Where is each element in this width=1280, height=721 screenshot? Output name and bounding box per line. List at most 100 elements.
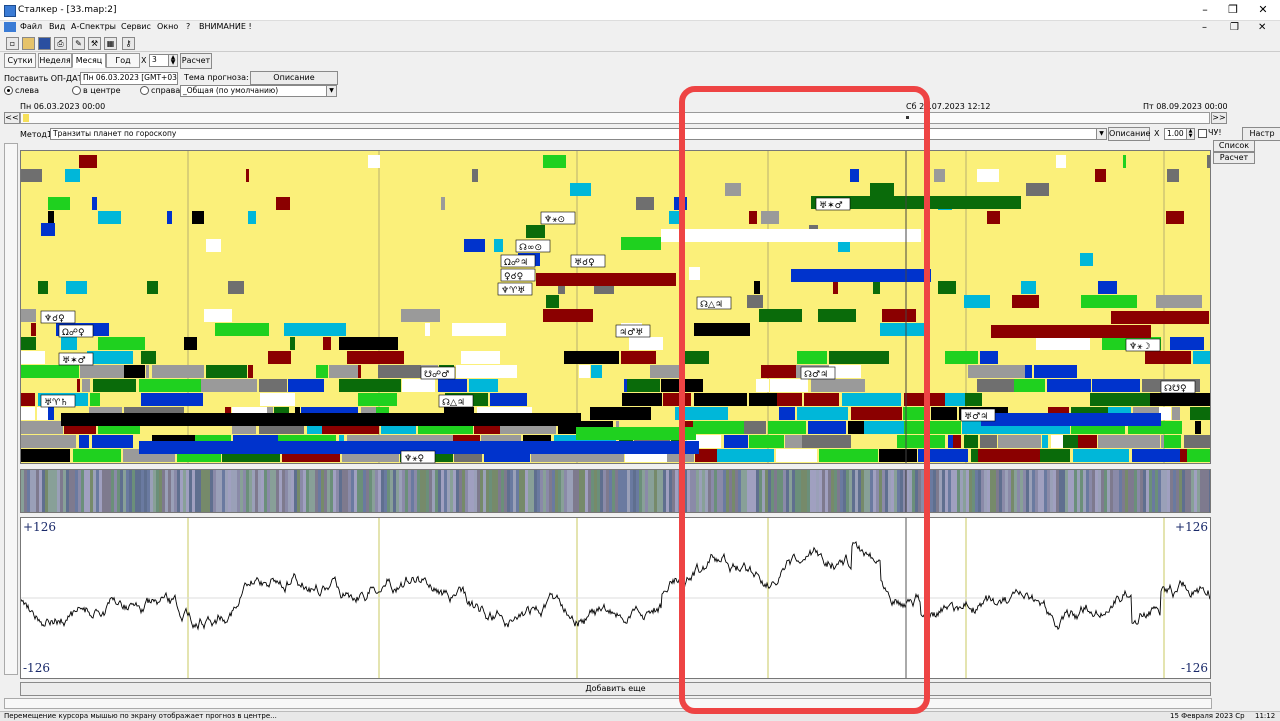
strip-segment <box>558 470 561 512</box>
list-button[interactable]: Список <box>1213 140 1255 152</box>
set-on-date-field[interactable]: Пн 06.03.2023 [GMT+03:00] <box>80 72 178 85</box>
save-icon[interactable] <box>38 37 51 50</box>
tools-icon[interactable]: ⚒ <box>88 37 101 50</box>
radio-center[interactable] <box>72 86 81 95</box>
spectrum-strip <box>20 469 1211 513</box>
strip-segment <box>576 470 579 512</box>
timeline-scrollbar[interactable] <box>20 112 1210 124</box>
calc-button-side[interactable]: Расчет <box>1213 152 1255 164</box>
multiplier-spinner[interactable]: ▲ ▼ <box>168 54 178 67</box>
menu-attention[interactable]: ВНИМАНИЕ ! <box>199 22 252 31</box>
transit-bar <box>1190 407 1210 420</box>
strip-segment <box>369 470 372 512</box>
method-description-button[interactable]: Описание <box>1108 127 1150 141</box>
strip-segment <box>429 470 432 512</box>
menu-file[interactable]: Файл <box>20 22 42 31</box>
transit-bar <box>526 225 545 238</box>
mdi-minimize-button[interactable]: – <box>1202 22 1207 33</box>
strip-segment <box>534 470 537 512</box>
print-icon[interactable]: ⎙ <box>54 37 67 50</box>
minimize-button[interactable]: – <box>1196 3 1214 17</box>
strip-segment <box>1125 470 1128 512</box>
key-icon[interactable]: ⚷ <box>122 37 135 50</box>
maximize-button[interactable]: ❐ <box>1224 3 1242 17</box>
strip-segment <box>372 470 375 512</box>
transit-bar <box>93 379 136 392</box>
transit-long-bar <box>991 325 1151 338</box>
strip-segment <box>1209 470 1210 512</box>
transit-label: Ω☍♃ <box>504 258 528 268</box>
forecast-theme-select[interactable]: _Общая (по умолчанию) <box>180 85 330 97</box>
strip-segment <box>660 470 663 512</box>
method-scale-field[interactable]: 1.00 <box>1164 128 1188 140</box>
strip-segment <box>93 470 96 512</box>
forecast-description-button[interactable]: Описание <box>250 71 338 85</box>
strip-segment <box>231 470 234 512</box>
forecast-theme-chevron-down-icon[interactable]: ▼ <box>326 85 337 97</box>
strip-segment <box>174 470 177 512</box>
transit-bar <box>1132 449 1180 462</box>
method-close-icon[interactable]: X <box>1154 129 1159 138</box>
strip-segment <box>255 470 258 512</box>
menu-a-spectra[interactable]: А-Спектры <box>71 22 116 31</box>
transit-bar <box>1170 337 1204 350</box>
open-folder-icon[interactable] <box>22 37 35 50</box>
add-more-button[interactable]: Добавить еще <box>20 682 1211 696</box>
strip-segment <box>294 470 297 512</box>
grid-icon[interactable]: ▦ <box>104 37 117 50</box>
settings-button[interactable]: Настр <box>1242 127 1280 141</box>
mdi-close-button[interactable]: ✕ <box>1258 22 1266 33</box>
tab-week[interactable]: Неделя <box>38 53 72 68</box>
transit-bar <box>1047 379 1091 392</box>
method-chevron-down-icon[interactable]: ▼ <box>1096 128 1107 140</box>
calc-button-top[interactable]: Расчет <box>180 53 212 69</box>
method-select[interactable]: Транзиты планет по гороскопу <box>50 128 1100 140</box>
new-file-icon[interactable]: ▫ <box>6 37 19 50</box>
strip-segment <box>552 470 555 512</box>
strip-segment <box>117 470 120 512</box>
method-scale-spinner[interactable]: ▲ ▼ <box>1186 128 1195 140</box>
timeline-nav-left[interactable]: << <box>4 112 20 124</box>
transit-bar <box>945 393 965 406</box>
transit-bar <box>469 379 498 392</box>
timeline-thumb[interactable] <box>23 114 29 122</box>
transit-bar <box>48 197 70 210</box>
strip-segment <box>102 470 105 512</box>
strip-segment <box>594 470 597 512</box>
mdi-restore-button[interactable]: ❐ <box>1230 22 1239 33</box>
strip-segment <box>90 470 93 512</box>
document-icon[interactable] <box>4 22 16 32</box>
strip-segment <box>642 470 645 512</box>
horizontal-scrollbar[interactable] <box>4 698 1212 709</box>
strip-segment <box>477 470 480 512</box>
timeline-nav-right[interactable]: >> <box>1211 112 1227 124</box>
strip-segment <box>546 470 549 512</box>
close-button[interactable]: ✕ <box>1254 3 1272 17</box>
strip-segment <box>207 470 210 512</box>
draw-icon[interactable]: ✎ <box>72 37 85 50</box>
menu-help[interactable]: ? <box>186 22 190 31</box>
strip-segment <box>312 470 315 512</box>
transit-bar <box>1156 295 1202 308</box>
tab-day[interactable]: Сутки <box>4 53 36 68</box>
strip-segment <box>327 470 330 512</box>
strip-segment <box>51 470 54 512</box>
tab-month[interactable]: Месяц <box>72 53 106 68</box>
strip-segment <box>192 470 195 512</box>
strip-segment <box>975 470 978 512</box>
strip-segment <box>1014 470 1017 512</box>
menu-window[interactable]: Окно <box>157 22 178 31</box>
strip-segment <box>567 470 570 512</box>
strip-segment <box>1080 470 1083 512</box>
menu-view[interactable]: Вид <box>49 22 65 31</box>
radio-right[interactable] <box>140 86 149 95</box>
strip-segment <box>606 470 609 512</box>
menu-service[interactable]: Сервис <box>121 22 151 31</box>
strip-segment <box>309 470 312 512</box>
method-checkbox[interactable] <box>1198 129 1207 138</box>
tab-year[interactable]: Год <box>106 53 140 68</box>
radio-left[interactable] <box>4 86 13 95</box>
transit-bar <box>945 351 978 364</box>
strip-segment <box>1107 470 1110 512</box>
strip-segment <box>108 470 111 512</box>
